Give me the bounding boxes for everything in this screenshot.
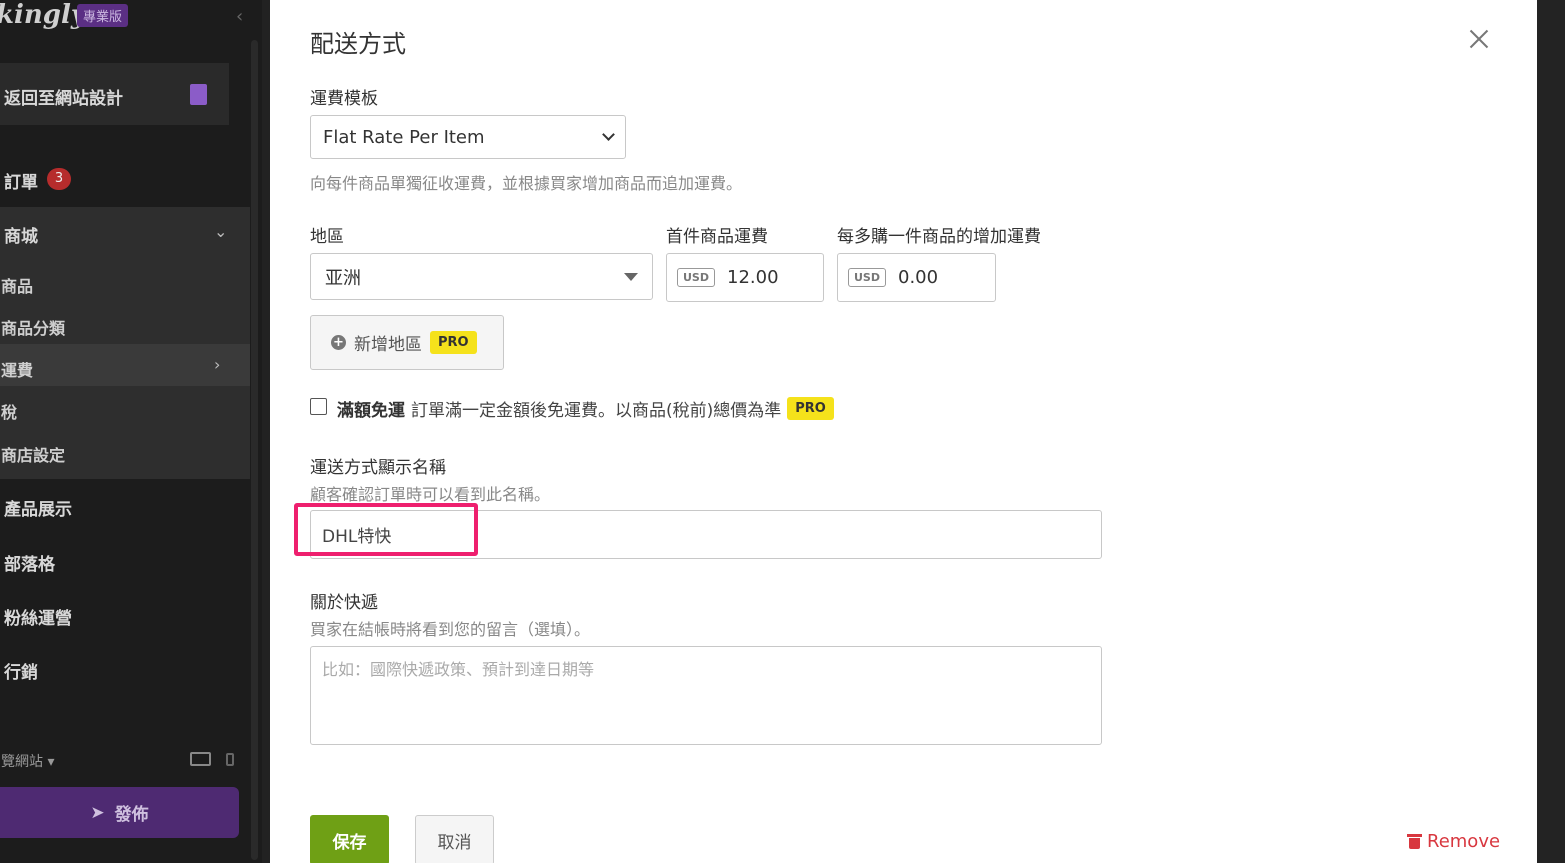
rocket-icon: ➤ bbox=[90, 802, 105, 823]
add-region-label: 新增地區 bbox=[354, 335, 422, 355]
free-shipping-checkbox[interactable] bbox=[310, 398, 327, 415]
close-icon[interactable] bbox=[1466, 26, 1492, 52]
chevron-left-icon[interactable]: ‹ bbox=[236, 6, 243, 27]
courier-placeholder: 比如：國際快遞政策、預計到達日期等 bbox=[322, 660, 595, 679]
courier-label: 關於快遞 bbox=[310, 593, 378, 613]
caret-down-icon bbox=[624, 272, 638, 281]
shop-submenu bbox=[0, 207, 250, 479]
first-fee-label: 首件商品運費 bbox=[666, 227, 768, 247]
currency-badge: USD bbox=[677, 268, 715, 287]
chevron-down-icon: ⌄ bbox=[214, 222, 228, 241]
cancel-button[interactable]: 取消 bbox=[415, 815, 494, 863]
courier-note-textarea[interactable]: 比如：國際快遞政策、預計到達日期等 bbox=[310, 646, 1102, 745]
template-help: 向每件商品單獨征收運費，並根據買家增加商品而追加運費。 bbox=[310, 174, 743, 193]
pro-badge: PRO bbox=[430, 331, 477, 354]
highlight-box bbox=[294, 503, 478, 556]
sidebar-item-products[interactable]: 商品 bbox=[1, 273, 33, 297]
region-label: 地區 bbox=[310, 227, 344, 247]
mobile-icon[interactable] bbox=[226, 753, 234, 766]
sidebar-item-showcase[interactable]: 產品展示 bbox=[4, 495, 72, 520]
sidebar: kingly 專業版 ‹ 返回至網站設計 訂單 3 商城 ⌄ 商品 商品分類 運… bbox=[0, 0, 262, 863]
template-label: 運費模板 bbox=[310, 89, 378, 109]
sidebar-item-shop[interactable]: 商城 bbox=[4, 222, 38, 247]
plan-badge: 專業版 bbox=[77, 4, 129, 27]
first-fee-input[interactable]: USD 12.00 bbox=[666, 253, 824, 302]
template-select[interactable]: Flat Rate Per Item bbox=[310, 115, 626, 159]
free-shipping-desc: 訂單滿一定金額後免運費。以商品(稅前)總價為準 bbox=[411, 401, 782, 421]
sidebar-item-categories[interactable]: 商品分類 bbox=[1, 315, 65, 339]
orders-count-badge: 3 bbox=[47, 168, 71, 190]
first-fee-value: 12.00 bbox=[727, 267, 779, 288]
publish-label: 發佈 bbox=[114, 805, 149, 825]
sidebar-item-fans[interactable]: 粉絲運營 bbox=[4, 604, 72, 629]
document-icon bbox=[190, 84, 207, 105]
backdrop bbox=[1537, 0, 1565, 863]
publish-button[interactable]: ➤ 發佈 bbox=[0, 787, 239, 838]
add-region-button[interactable]: + 新增地區 PRO bbox=[310, 315, 504, 370]
currency-badge: USD bbox=[848, 268, 886, 287]
sidebar-item-shipping[interactable]: 運費 bbox=[1, 357, 33, 381]
sidebar-scrollbar[interactable] bbox=[251, 40, 258, 860]
remove-label: Remove bbox=[1427, 831, 1501, 852]
sidebar-item-blog[interactable]: 部落格 bbox=[4, 550, 55, 575]
additional-fee-label: 每多購一件商品的增加運費 bbox=[837, 227, 1041, 247]
sidebar-item-marketing[interactable]: 行銷 bbox=[4, 658, 38, 683]
free-shipping-row: 滿額免運 訂單滿一定金額後免運費。以商品(稅前)總價為準 PRO bbox=[337, 396, 834, 421]
region-select[interactable]: 亚洲 bbox=[310, 253, 653, 300]
desktop-icon[interactable] bbox=[190, 752, 211, 766]
sidebar-item-store-settings[interactable]: 商店設定 bbox=[1, 442, 65, 466]
template-select-value: Flat Rate Per Item bbox=[323, 126, 485, 148]
shipping-method-modal: 配送方式 運費模板 Flat Rate Per Item 向每件商品單獨征收運費… bbox=[270, 0, 1537, 863]
additional-fee-value: 0.00 bbox=[898, 267, 939, 288]
chevron-right-icon: › bbox=[214, 355, 221, 374]
region-select-value: 亚洲 bbox=[325, 267, 361, 289]
free-shipping-title: 滿額免運 bbox=[337, 401, 405, 421]
modal-title: 配送方式 bbox=[310, 30, 406, 58]
active-submenu-highlight bbox=[0, 344, 250, 386]
preview-site-dropdown[interactable]: 覽網站 ▾ bbox=[1, 751, 54, 771]
display-name-help: 顧客確認訂單時可以看到此名稱。 bbox=[310, 485, 551, 504]
preview-site-label: 覽網站 bbox=[1, 754, 43, 770]
sidebar-item-orders[interactable]: 訂單 bbox=[4, 168, 38, 193]
pro-badge: PRO bbox=[787, 397, 834, 420]
save-button[interactable]: 保存 bbox=[310, 815, 389, 863]
chevron-down-icon bbox=[602, 128, 615, 141]
back-to-design-label: 返回至網站設計 bbox=[4, 89, 123, 109]
logo: kingly bbox=[0, 0, 86, 30]
sidebar-item-tax[interactable]: 稅 bbox=[1, 399, 17, 423]
trash-icon bbox=[1407, 834, 1422, 849]
courier-help: 買家在結帳時將看到您的留言（選填）。 bbox=[310, 620, 591, 639]
display-name-label: 運送方式顯示名稱 bbox=[310, 458, 446, 478]
plus-circle-icon: + bbox=[331, 335, 346, 350]
remove-button[interactable]: Remove bbox=[1407, 831, 1501, 852]
additional-fee-input[interactable]: USD 0.00 bbox=[837, 253, 996, 302]
